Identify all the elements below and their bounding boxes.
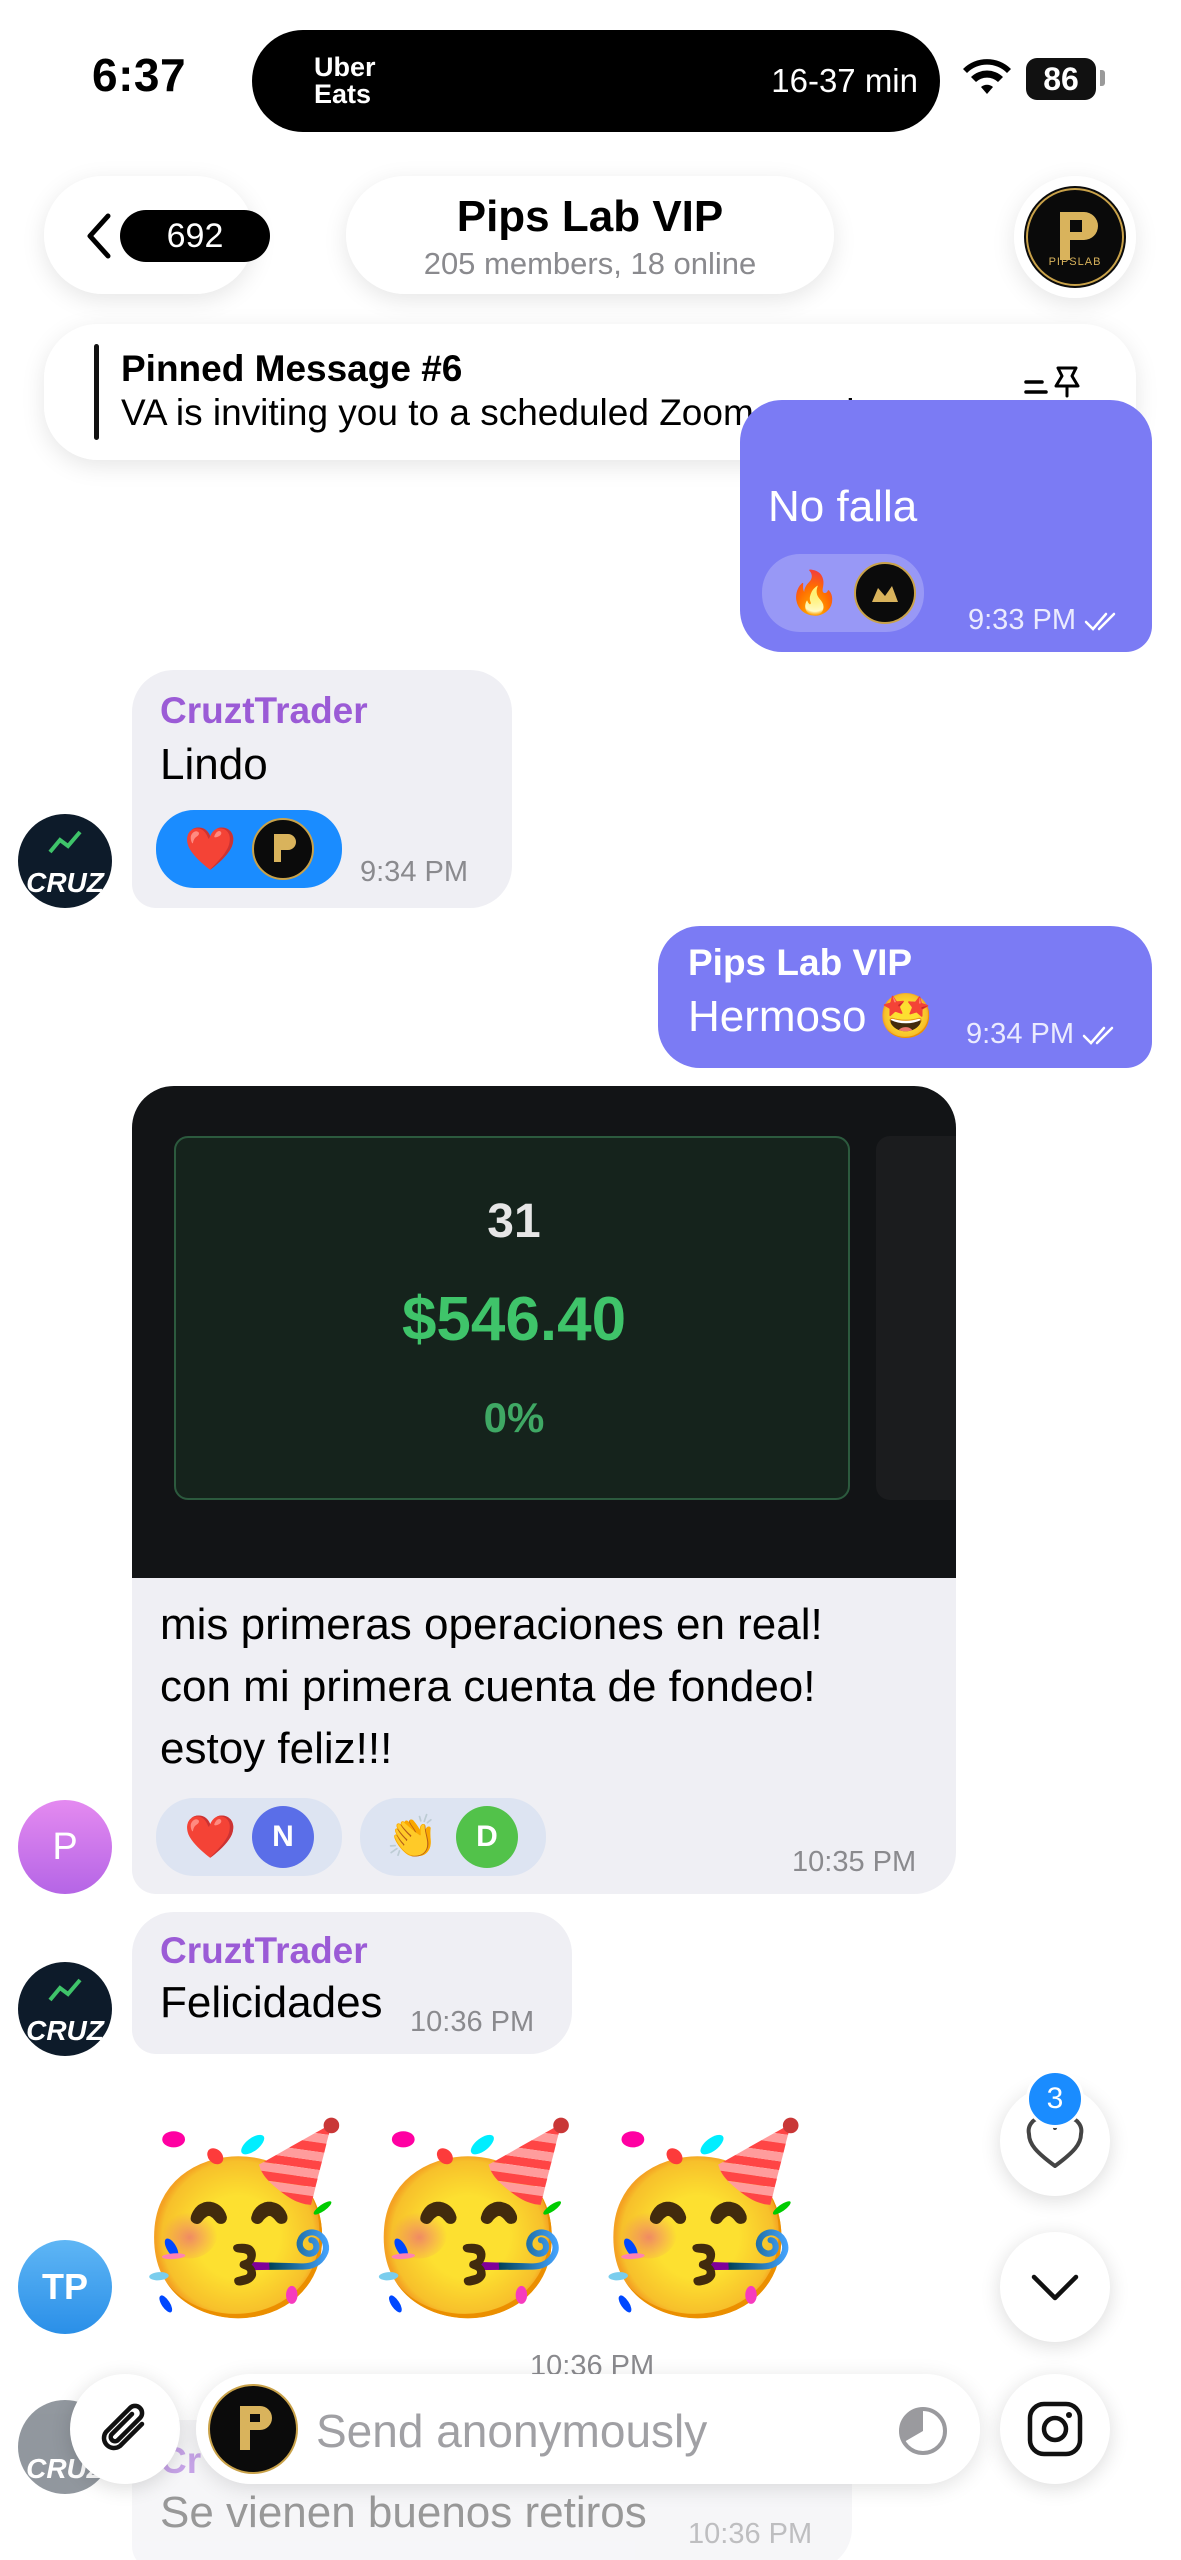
unread-count-badge: 692 xyxy=(120,210,270,262)
pinned-indicator-bar xyxy=(94,344,99,440)
paperclip-icon xyxy=(101,2403,145,2451)
timer-icon[interactable] xyxy=(896,2404,950,2458)
fire-reaction-icon: 🔥 xyxy=(788,569,841,616)
message-text: No falla xyxy=(768,482,918,531)
message-time: 10:36 PM xyxy=(410,2006,535,2038)
sender-name[interactable]: CruztTrader xyxy=(160,1930,368,1972)
message-bubble-incoming[interactable]: CruztTrader Felicidades 10:36 PM xyxy=(132,1912,572,2054)
instagram-button[interactable] xyxy=(1000,2374,1110,2484)
camera-icon xyxy=(1027,2401,1083,2457)
message-time: 9:34 PM xyxy=(360,856,468,888)
reaction-chip[interactable]: ❤️ N xyxy=(156,1798,342,1876)
battery-icon: 86 xyxy=(1026,58,1096,100)
avatar-tp[interactable]: TP xyxy=(18,2240,112,2334)
photo-attachment[interactable]: 31 $546.40 0% xyxy=(132,1086,956,1578)
double-check-icon xyxy=(1084,613,1116,632)
message-bubble-incoming[interactable]: CruztTrader Lindo ❤️ 9:34 PM xyxy=(132,670,512,908)
wifi-icon xyxy=(963,59,1011,94)
battery-tip xyxy=(1100,70,1105,86)
reaction-chip[interactable]: 👏 D xyxy=(360,1798,546,1876)
send-as-avatar[interactable] xyxy=(208,2384,298,2474)
back-button[interactable]: 692 xyxy=(44,176,270,294)
group-avatar-button[interactable]: PIPSLAB xyxy=(1014,176,1136,298)
message-time: 9:33 PM xyxy=(968,604,1124,637)
message-text-line: estoy feliz!!! xyxy=(160,1724,393,1773)
status-time: 6:37 xyxy=(92,49,187,101)
reaction-count-badge: 3 xyxy=(1026,2070,1084,2128)
reaction-chip[interactable]: 🔥 xyxy=(762,554,924,632)
pipslab-logo: PIPSLAB xyxy=(1024,186,1126,288)
message-bubble-outgoing[interactable]: Pips Lab VIP Hermoso 🤩 9:34 PM xyxy=(658,926,1152,1068)
adjacent-card xyxy=(876,1136,956,1500)
message-time: 10:36 PM xyxy=(688,2518,813,2550)
avatar-cruz[interactable]: CRUZ xyxy=(18,814,112,908)
uber-eats-logo: Uber Eats xyxy=(314,52,376,109)
message-time: 9:34 PM xyxy=(966,1018,1122,1051)
chevron-down-icon xyxy=(1031,2274,1079,2301)
reactor-avatar xyxy=(854,562,916,624)
sender-name: Pips Lab VIP xyxy=(688,942,913,983)
chat-title: Pips Lab VIP xyxy=(456,192,724,241)
reactor-avatar-d: D xyxy=(456,1806,518,1868)
reactor-avatar xyxy=(252,818,314,880)
heart-reaction-icon: ❤️ xyxy=(184,1813,237,1860)
avatar-p[interactable]: P xyxy=(18,1800,112,1894)
clap-reaction-icon: 👏 xyxy=(386,1813,439,1860)
message-text: Felicidades xyxy=(160,1978,383,2027)
chat-title-button[interactable]: Pips Lab VIP 205 members, 18 online xyxy=(346,176,834,294)
message-text-line: con mi primera cuenta de fondeo! xyxy=(160,1662,816,1711)
scroll-down-button[interactable] xyxy=(1000,2232,1110,2342)
reaction-chip-selected[interactable]: ❤️ xyxy=(156,810,342,888)
reactor-avatar-n: N xyxy=(252,1806,314,1868)
trading-card: 31 $546.40 0% xyxy=(174,1136,850,1500)
avatar-cruz[interactable]: CRUZ xyxy=(18,1962,112,2056)
pinned-title: Pinned Message #6 xyxy=(121,348,463,389)
message-time: 10:35 PM xyxy=(792,1846,917,1878)
emoji-message[interactable]: 🥳🥳🥳 xyxy=(128,2130,817,2308)
message-text: Lindo xyxy=(160,740,268,789)
message-text: Se vienen buenos retiros xyxy=(160,2488,647,2537)
island-eta: 16-37 min xyxy=(771,62,918,99)
dynamic-island[interactable]: Uber Eats 16-37 min xyxy=(252,30,940,132)
message-text: Hermoso 🤩 xyxy=(688,992,934,1041)
card-day: 31 xyxy=(487,1195,541,1248)
message-bubble-photo[interactable]: 31 $546.40 0% mis primeras operaciones e… xyxy=(132,1086,956,1894)
card-amount: $546.40 xyxy=(401,1285,627,1354)
attach-button[interactable] xyxy=(70,2374,180,2484)
chevron-left-icon xyxy=(87,213,111,259)
logo-text: PIPSLAB xyxy=(1048,256,1102,268)
message-bubble-outgoing[interactable]: No falla 🔥 9:33 PM xyxy=(740,400,1152,652)
double-check-icon xyxy=(1082,1027,1114,1046)
chat-subtitle: 205 members, 18 online xyxy=(423,246,757,281)
message-composer[interactable]: Send anonymously xyxy=(196,2374,980,2484)
card-percent: 0% xyxy=(483,1394,545,1441)
sender-name[interactable]: CruztTrader xyxy=(160,690,368,732)
message-text-line: mis primeras operaciones en real! xyxy=(160,1600,823,1649)
message-input[interactable]: Send anonymously xyxy=(316,2404,707,2458)
heart-reaction-icon: ❤️ xyxy=(184,825,237,872)
